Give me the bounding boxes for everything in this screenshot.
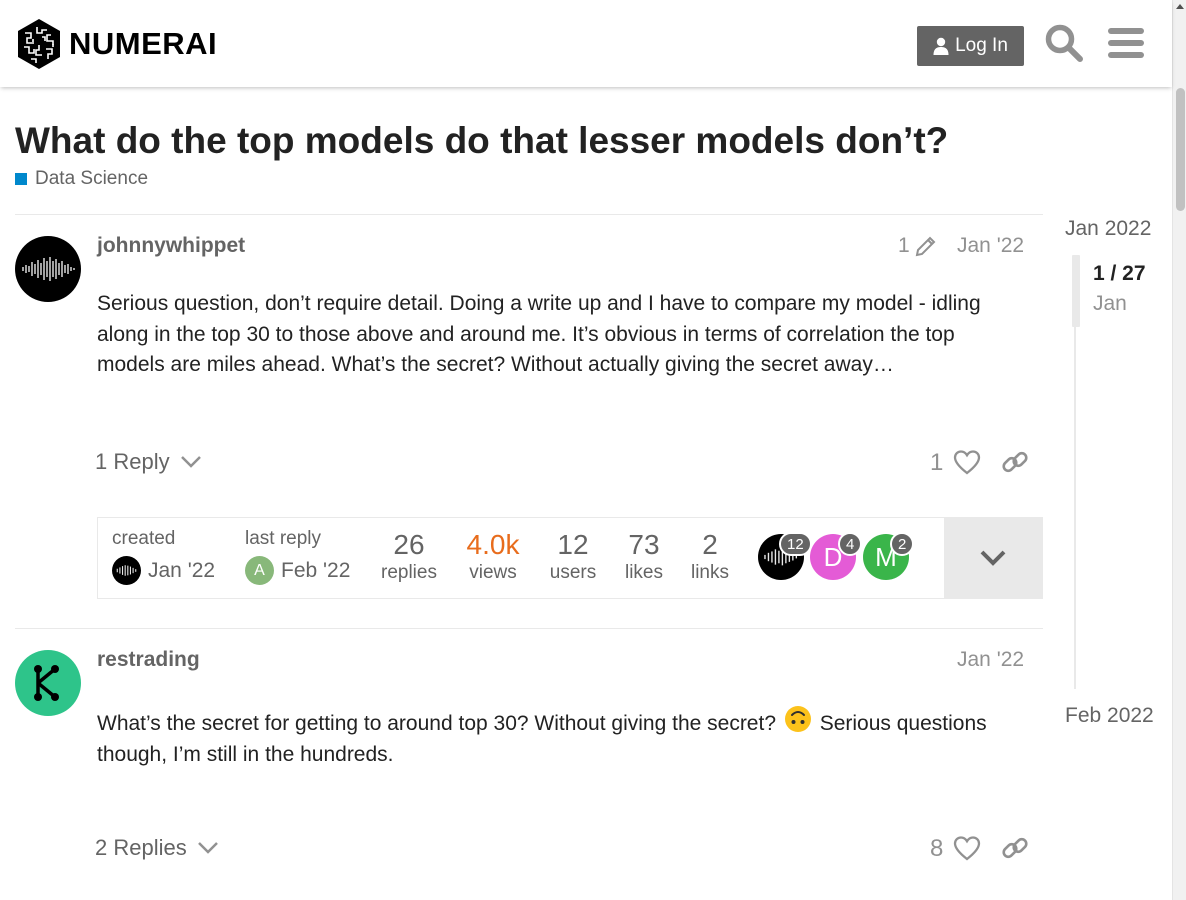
- topic-last-reply[interactable]: last reply A Feb '22: [245, 528, 350, 585]
- participant-post-count: 12: [779, 532, 812, 556]
- post-date[interactable]: Jan '22: [957, 234, 1024, 258]
- site-logo[interactable]: NUMERAI: [15, 17, 217, 71]
- numerai-logo-icon: [18, 19, 60, 69]
- chevron-down-icon: [180, 456, 201, 468]
- stat-value: 4.0k: [466, 529, 520, 560]
- last-reply-avatar[interactable]: A: [245, 556, 274, 585]
- login-label: Log In: [955, 35, 1008, 56]
- stat-users: 12 users: [548, 529, 598, 584]
- post-body: What’s the secret for getting to around …: [97, 705, 1027, 770]
- site-header: NUMERAI Log In: [0, 0, 1172, 87]
- post-date[interactable]: Jan '22: [957, 648, 1024, 672]
- timeline-position: 1 / 27: [1093, 262, 1146, 285]
- link-icon: [1002, 451, 1028, 473]
- stat-label: links: [690, 562, 729, 583]
- topic-map: created Jan '22 last reply A Feb '22 26 …: [97, 517, 1043, 599]
- chevron-down-icon: [980, 550, 1006, 566]
- upside-down-face-icon: [784, 705, 812, 733]
- stat-label: users: [549, 562, 597, 583]
- scroll-up-arrow-icon[interactable]: [1176, 4, 1184, 9]
- stat-likes: 73 likes: [622, 529, 666, 584]
- post-username[interactable]: restrading: [97, 648, 200, 672]
- like-count[interactable]: 1: [930, 449, 943, 477]
- category-link[interactable]: Data Science: [15, 168, 148, 190]
- avatar-johnnywhippet[interactable]: [15, 236, 81, 302]
- post-text: What’s the secret for getting to around …: [97, 712, 777, 735]
- avatar-restrading[interactable]: [15, 650, 81, 716]
- stat-value: 12: [557, 529, 589, 560]
- stat-label: likes: [624, 562, 663, 583]
- heart-icon: [953, 836, 981, 861]
- show-replies-button[interactable]: 1 Reply: [95, 449, 202, 475]
- stat-value: 73: [628, 529, 660, 560]
- k-graph-avatar-icon: [34, 665, 59, 701]
- participant-post-count: 4: [838, 532, 863, 556]
- soundwave-avatar-icon: [116, 565, 137, 576]
- pencil-icon: [915, 236, 936, 257]
- login-button[interactable]: Log In: [917, 26, 1024, 66]
- stat-label: views: [469, 562, 517, 583]
- stat-value: 2: [702, 529, 718, 560]
- created-label: created: [112, 528, 176, 549]
- post-body: Serious question, don’t require detail. …: [97, 292, 981, 376]
- topic-title[interactable]: What do the top models do that lesser mo…: [15, 120, 948, 162]
- participant-post-count: 2: [890, 532, 915, 556]
- replies-label: 1 Reply: [95, 449, 170, 474]
- post-divider: [15, 628, 1043, 629]
- expand-topic-map-button[interactable]: [944, 518, 1042, 598]
- last-reply-date: Feb '22: [281, 558, 351, 582]
- replies-label: 2 Replies: [95, 835, 187, 860]
- like-button[interactable]: [952, 833, 982, 863]
- chevron-down-icon: [197, 842, 218, 854]
- post-username[interactable]: johnnywhippet: [97, 234, 245, 258]
- like-button[interactable]: [952, 447, 982, 477]
- link-icon: [1002, 837, 1028, 859]
- stat-links: 2 links: [689, 529, 731, 584]
- timeline-end-date[interactable]: Feb 2022: [1065, 704, 1154, 728]
- show-replies-button[interactable]: 2 Replies: [95, 835, 219, 861]
- stat-replies: 26 replies: [380, 529, 438, 584]
- created-avatar[interactable]: [112, 556, 141, 585]
- category-color-swatch: [15, 173, 27, 185]
- like-count[interactable]: 8: [930, 835, 943, 863]
- user-icon: [933, 37, 949, 55]
- timeline-start-date[interactable]: Jan 2022: [1065, 217, 1151, 241]
- page-scrollbar[interactable]: [1172, 0, 1186, 900]
- timeline-handle[interactable]: [1072, 255, 1080, 327]
- soundwave-avatar-icon: [22, 257, 75, 281]
- hamburger-menu-button[interactable]: [1104, 20, 1148, 66]
- last-reply-label: last reply: [245, 528, 322, 549]
- edit-count: 1: [898, 234, 910, 257]
- stat-label: replies: [381, 562, 437, 583]
- edit-history-button[interactable]: 1: [898, 234, 938, 258]
- hamburger-icon: [1108, 28, 1144, 58]
- share-link-button[interactable]: [1000, 447, 1030, 477]
- timeline-month: Jan: [1093, 292, 1127, 315]
- category-label: Data Science: [35, 168, 149, 189]
- stat-views: 4.0k views: [461, 529, 525, 584]
- search-icon: [1045, 24, 1083, 62]
- share-link-button[interactable]: [1000, 833, 1030, 863]
- scroll-thumb[interactable]: [1176, 88, 1185, 211]
- search-button[interactable]: [1042, 20, 1086, 66]
- created-date: Jan '22: [148, 558, 216, 582]
- heart-icon: [953, 450, 981, 475]
- topic-created: created Jan '22: [112, 528, 215, 585]
- stat-value: 26: [393, 529, 425, 560]
- logo-wordmark: NUMERAI: [69, 26, 218, 61]
- topic-divider: [15, 214, 1043, 215]
